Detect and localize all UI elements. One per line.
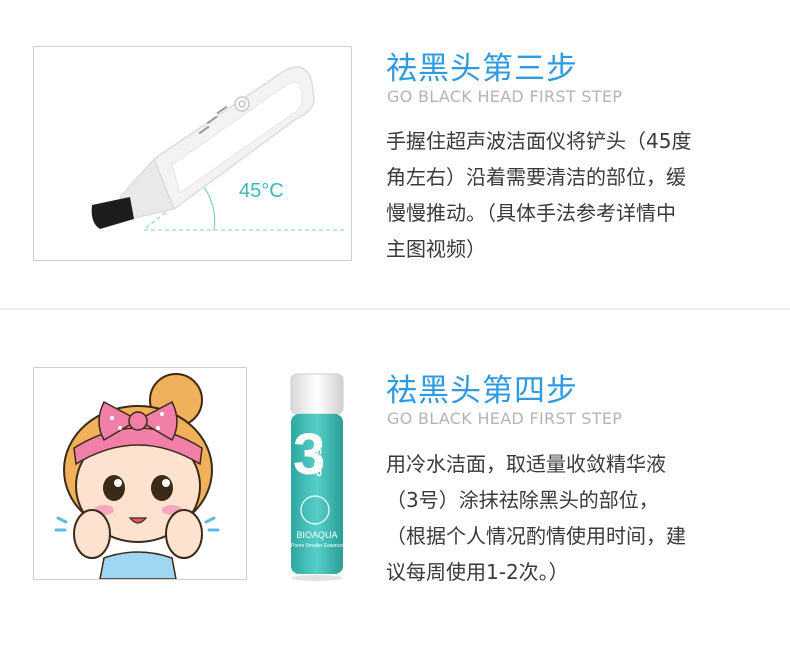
step-three-subtitle: GO BLACK HEAD FIRST STEP [387,87,623,106]
step-four-section: 3 STEP BIOAQUA Pores Smaller Essence 祛黑头… [0,310,790,653]
bottle-brand: BIOAQUA [296,530,338,540]
step-four-line: 用冷水洁面，取适量收敛精华液 [386,452,666,476]
device-illustration: 45°C [33,46,352,261]
girl-illustration [33,367,247,580]
step-four-line: 议每周使用1-2次。） [386,560,569,584]
girl-washing-face-image [54,373,220,579]
step-four-subtitle: GO BLACK HEAD FIRST STEP [387,409,623,428]
step-three-line: 慢慢推动。（具体手法参考详情中 [386,201,676,225]
bottle-step-word: STEP [311,448,323,477]
ultrasonic-cleaner-image: 45°C [91,66,346,231]
bottle-product-name: Pores Smaller Essence [291,543,343,549]
step-four-line: （3号）涂抹祛除黑头的部位， [386,488,659,512]
step-three-line: 主图视频） [386,237,486,261]
angle-label: 45°C [239,180,284,202]
step-three-description: 手握住超声波洁面仪将铲头（45度 角左右）沿着需要清洁的部位，缓 慢慢推动。（具… [386,123,756,267]
essence-bottle: 3 STEP BIOAQUA Pores Smaller Essence [285,372,349,582]
step-four-line: （根据个人情况酌情使用时间，建 [386,524,686,548]
step-three-line: 角左右）沿着需要清洁的部位，缓 [386,165,686,189]
step-three-line: 手握住超声波洁面仪将铲头（45度 [386,129,692,153]
step-three-section: 45°C 祛黑头第三步 GO BLACK HEAD FIRST STEP 手握住… [0,0,790,308]
step-four-title: 祛黑头第四步 [386,373,578,409]
step-three-title: 祛黑头第三步 [386,51,578,87]
step-four-description: 用冷水洁面，取适量收敛精华液 （3号）涂抹祛除黑头的部位， （根据个人情况酌情使… [386,446,756,590]
